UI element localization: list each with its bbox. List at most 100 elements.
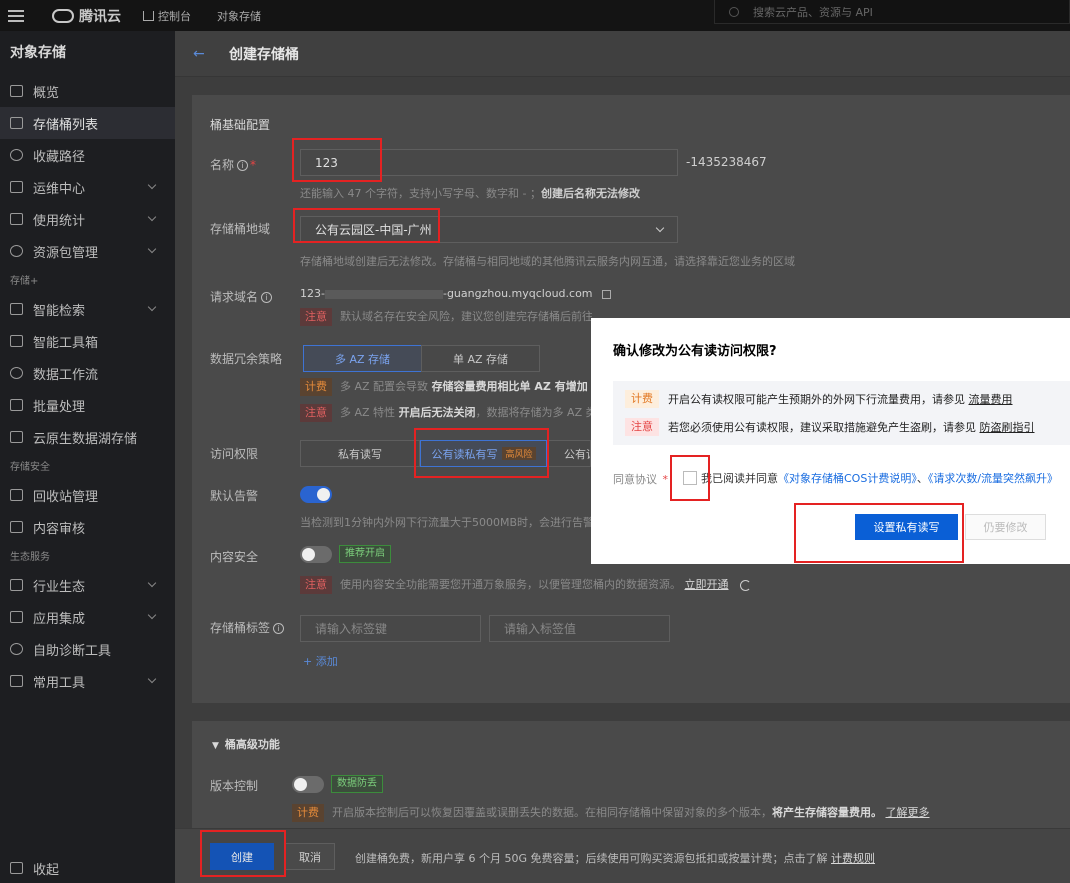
traffic-fee-link[interactable]: 流量费用 bbox=[969, 391, 1013, 407]
redundancy-note1-text: 多 AZ 配置会导致 bbox=[340, 380, 429, 393]
sidebar-item[interactable]: 数据工作流 bbox=[0, 357, 175, 389]
refresh-icon[interactable] bbox=[740, 579, 751, 591]
search-icon bbox=[729, 6, 739, 17]
redundancy-note1-bold: 存储容量费用相比单 AZ 有增加 bbox=[431, 380, 588, 393]
set-private-button[interactable]: 设置私有读写 bbox=[855, 514, 958, 540]
access-public-read-option[interactable]: 公有读私有写 高风险 bbox=[420, 440, 547, 467]
sidebar-item[interactable]: 使用统计 bbox=[0, 203, 175, 235]
sidebar-item[interactable]: 内容审核 bbox=[0, 511, 175, 543]
help-icon[interactable]: i bbox=[261, 292, 273, 303]
sidebar-item[interactable]: 常用工具 bbox=[0, 665, 175, 697]
alarm-toggle[interactable] bbox=[300, 486, 332, 503]
sidebar-item[interactable]: 智能工具箱 bbox=[0, 325, 175, 357]
sidebar-item[interactable]: 回收站管理 bbox=[0, 479, 175, 511]
access-private-option[interactable]: 私有读写 bbox=[300, 440, 420, 467]
nav-cos[interactable]: 对象存储 bbox=[217, 8, 261, 24]
bucket-name-input[interactable]: 123 bbox=[300, 149, 678, 176]
sidebar-item-label: 行业生态 bbox=[33, 579, 86, 595]
agree-checkbox[interactable] bbox=[683, 471, 697, 485]
sidebar-collapse-button[interactable]: 收起 bbox=[0, 853, 175, 883]
menu-icon[interactable] bbox=[8, 9, 24, 22]
name-label-text: 名称 bbox=[210, 158, 235, 172]
dialog-note1-text: 开启公有读权限可能产生预期外的外网下行流量费用，请参见 bbox=[668, 393, 965, 406]
content-note: 注意 使用内容安全功能需要您开通万象服务，以便管理您桶内的数据资源。 立即开通 bbox=[300, 576, 751, 594]
domain-value-head: 123- bbox=[300, 287, 325, 300]
version-toggle[interactable] bbox=[292, 776, 324, 793]
name-suffix: -1435238467 bbox=[686, 155, 767, 169]
sidebar-item[interactable]: 智能检索 bbox=[0, 293, 175, 325]
tag-value-input[interactable]: 请输入标签值 bbox=[489, 615, 670, 642]
tags-label: 存储桶标签 i bbox=[210, 619, 285, 636]
footer-bar: 创建 取消 创建桶免费，新用户享 6 个月 50G 免费容量；后续使用可购买资源… bbox=[175, 828, 1070, 883]
domain-note-text: 默认域名存在安全风险，建议您创建完存储桶后前往配置自定义域名，了解更多 bbox=[340, 310, 592, 323]
chevron-down-icon bbox=[147, 610, 157, 620]
note-tag: 注意 bbox=[300, 308, 332, 326]
sidebar-item[interactable]: 行业生态 bbox=[0, 569, 175, 601]
still-modify-button[interactable]: 仍要修改 bbox=[965, 514, 1046, 540]
content-security-toggle[interactable] bbox=[300, 546, 332, 563]
sidebar-item-icon bbox=[10, 335, 23, 347]
chevron-down-icon bbox=[147, 244, 157, 254]
sidebar-item-icon bbox=[10, 149, 23, 161]
sidebar-item[interactable]: 收藏路径 bbox=[0, 139, 175, 171]
section-title: 桶基础配置 bbox=[210, 118, 271, 132]
billing-tag: 计费 bbox=[292, 804, 324, 822]
anti-theft-link[interactable]: 防盗刷指引 bbox=[980, 419, 1035, 435]
sidebar-item-icon bbox=[10, 399, 23, 411]
sidebar-item[interactable]: 资源包管理 bbox=[0, 235, 175, 267]
name-hint-bold: 创建后名称无法修改 bbox=[540, 187, 640, 200]
redundancy-note-warning: 注意多 AZ 特性 开启后无法关闭，数据将存储为多 AZ 类 bbox=[300, 404, 592, 422]
create-button[interactable]: 创建 bbox=[210, 843, 274, 870]
copy-icon[interactable] bbox=[602, 289, 612, 299]
nav-console[interactable]: 控制台 bbox=[143, 8, 191, 24]
sidebar-item[interactable]: 运维中心 bbox=[0, 171, 175, 203]
sidebar-group-eco: 生态服务 bbox=[10, 552, 50, 563]
add-tag-button[interactable]: + 添加 bbox=[303, 653, 338, 669]
billing-tag: 计费 bbox=[625, 390, 659, 408]
sidebar-item-icon bbox=[10, 181, 23, 193]
sidebar-item[interactable]: 存储桶列表 bbox=[0, 107, 175, 139]
domain-value: 123- -guangzhou.myqcloud.com bbox=[300, 287, 612, 300]
sidebar-item-icon bbox=[10, 675, 23, 687]
version-note-bold: 将产生存储容量费用。 bbox=[772, 806, 882, 819]
dialog-title: 确认修改为公有读访问权限? bbox=[613, 344, 777, 359]
cancel-button[interactable]: 取消 bbox=[285, 843, 335, 870]
data-protect-tag: 数据防丢 bbox=[331, 775, 383, 793]
note-tag: 注意 bbox=[300, 576, 332, 594]
brand-logo[interactable]: 腾讯云 bbox=[52, 6, 121, 26]
sidebar-item-label: 存储桶列表 bbox=[33, 117, 99, 133]
content-security-label: 内容安全 bbox=[210, 550, 259, 564]
access-public-readwrite-option[interactable]: 公有读 bbox=[547, 440, 591, 467]
region-select[interactable]: 公有云园区-中国-广州 bbox=[300, 216, 678, 243]
sidebar-item[interactable]: 批量处理 bbox=[0, 389, 175, 421]
cos-billing-doc-link[interactable]: 《对象存储桶COS计费说明》 bbox=[778, 472, 917, 485]
sidebar-item[interactable]: 云原生数据湖存储 bbox=[0, 421, 175, 453]
multi-az-option[interactable]: 多 AZ 存储 bbox=[303, 345, 422, 372]
nav-cos-label: 对象存储 bbox=[217, 9, 261, 23]
sidebar-item-label: 云原生数据湖存储 bbox=[33, 431, 138, 447]
traffic-surge-doc-link[interactable]: 《请求次数/流量突然飙升》 bbox=[928, 472, 1058, 485]
sidebar-item[interactable]: 自助诊断工具 bbox=[0, 633, 175, 665]
domain-label: 请求域名 i bbox=[210, 288, 273, 305]
sidebar-group-security: 存储安全 bbox=[10, 462, 50, 473]
agree-label-text: 同意协议 bbox=[613, 473, 657, 486]
learn-more-link[interactable]: 了解更多 bbox=[886, 806, 930, 819]
search-input[interactable]: 搜索云产品、资源与 API bbox=[714, 0, 1070, 24]
billing-rules-link[interactable]: 计费规则 bbox=[831, 852, 875, 865]
enable-now-link[interactable]: 立即开通 bbox=[685, 578, 729, 591]
page-title: 创建存储桶 bbox=[229, 46, 299, 63]
help-icon[interactable]: i bbox=[237, 160, 249, 171]
help-icon[interactable]: i bbox=[273, 623, 285, 634]
sidebar-item[interactable]: 应用集成 bbox=[0, 601, 175, 633]
tag-key-input[interactable]: 请输入标签键 bbox=[300, 615, 481, 642]
sidebar-item-label: 回收站管理 bbox=[33, 489, 99, 505]
sidebar-item-label: 数据工作流 bbox=[33, 367, 99, 383]
advanced-title[interactable]: ▼ 桶高级功能 bbox=[212, 736, 280, 752]
required-mark: * bbox=[250, 158, 257, 172]
sidebar-item-label: 应用集成 bbox=[33, 611, 86, 627]
cloud-logo-icon bbox=[52, 8, 74, 23]
back-arrow-icon[interactable]: ← bbox=[193, 46, 207, 62]
single-az-option[interactable]: 单 AZ 存储 bbox=[421, 345, 540, 372]
caret-down-icon: ▼ bbox=[212, 741, 219, 751]
sidebar-item[interactable]: 概览 bbox=[0, 75, 175, 107]
